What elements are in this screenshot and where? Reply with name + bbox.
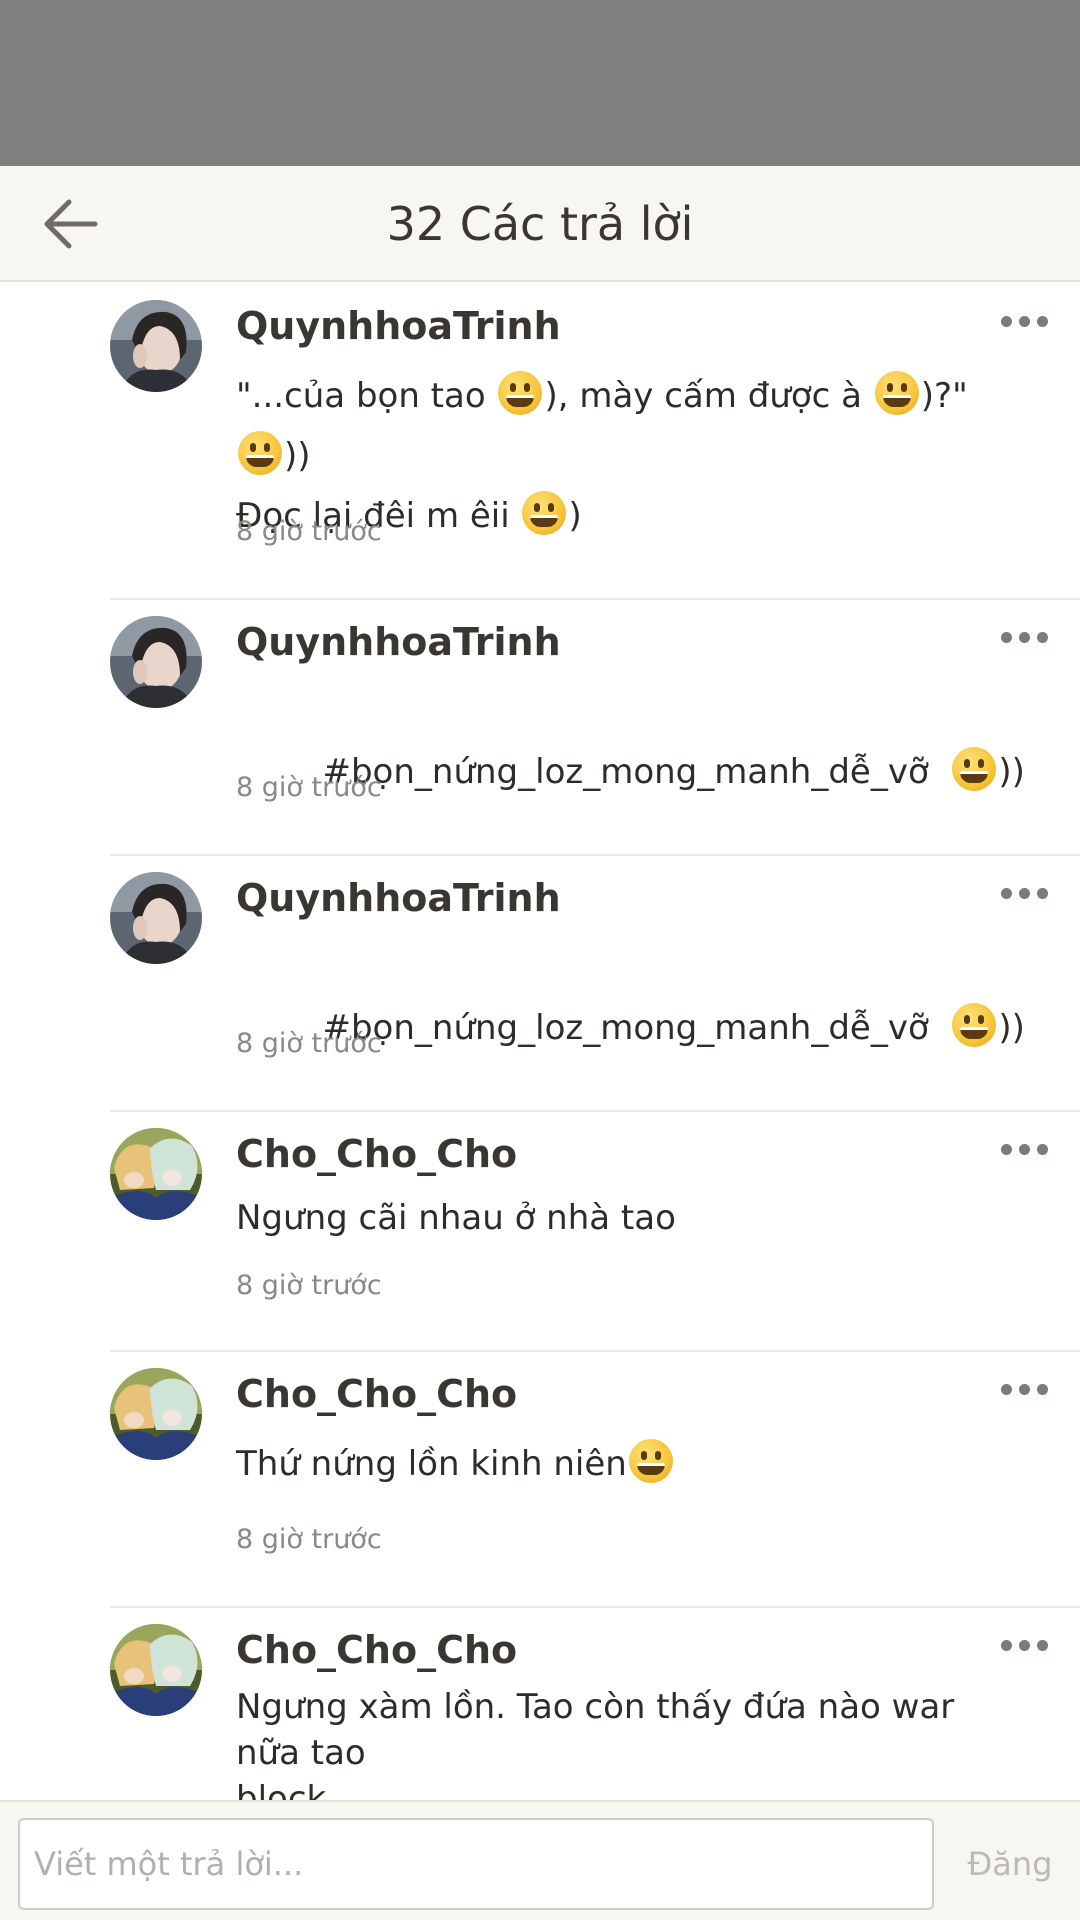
reply-item: Cho_Cho_Cho Ngưng xàm lồn. Tao còn thấy … (110, 1608, 1080, 1800)
timestamp: 8 giờ trước (236, 1524, 382, 1555)
text-span: ) (568, 496, 582, 536)
status-bar-area (0, 0, 1080, 166)
text-line: Ngưng cãi nhau ở nhà tao (236, 1188, 1020, 1248)
grinning-face-emoji-icon (952, 1003, 997, 1047)
grinning-face-emoji-icon (874, 371, 919, 415)
text-span: block (236, 1779, 327, 1800)
reply-text: Ngưng xàm lồn. Tao còn thấy đứa nào war … (236, 1684, 1020, 1800)
more-dot-icon (1036, 1383, 1048, 1395)
more-options-button[interactable] (994, 878, 1054, 908)
grinning-face-emoji-icon (952, 747, 997, 791)
reply-text: Thứ nứng lồn kinh niên (236, 1434, 1020, 1494)
timestamp: 8 giờ trước (236, 516, 382, 547)
user-photo (110, 300, 202, 392)
page-title: 32 Các trả lời (386, 197, 694, 251)
reply-item: Cho_Cho_Cho Ngưng cãi nhau ở nhà tao 8 g… (110, 1112, 1080, 1352)
text-line: "...của bọn tao ), mày cấm được à )?" )) (236, 366, 1020, 486)
text-line: Thứ nứng lồn kinh niên (236, 1434, 1020, 1494)
avatar[interactable] (110, 1624, 202, 1716)
more-options-button[interactable] (994, 622, 1054, 652)
text-span: #bọn_nứng_loz_mong_manh_dễ_vỡ (322, 752, 951, 792)
user-illustration (110, 1128, 202, 1220)
text-line: block (236, 1776, 1020, 1800)
reply-input[interactable] (18, 1818, 934, 1910)
more-dot-icon (1036, 887, 1048, 899)
more-dot-icon (1000, 1143, 1012, 1155)
more-dot-icon (1036, 1639, 1048, 1651)
text-span: )) (998, 1008, 1025, 1048)
timestamp: 8 giờ trước (236, 772, 382, 803)
more-dot-icon (1018, 887, 1030, 899)
back-button[interactable] (36, 194, 106, 254)
text-span: Thứ nứng lồn kinh niên (236, 1444, 627, 1484)
text-span: #bọn_nứng_loz_mong_manh_dễ_vỡ (322, 1008, 951, 1048)
more-dot-icon (1018, 631, 1030, 643)
user-illustration (110, 1624, 202, 1716)
text-span: "...của bọn tao (236, 376, 497, 416)
avatar[interactable] (110, 872, 202, 964)
grinning-face-emoji-icon (238, 431, 282, 475)
avatar[interactable] (110, 1368, 202, 1460)
reply-item: QuynhhoaTrinh "...của bọn tao ), mày cấm… (110, 284, 1080, 600)
more-dot-icon (1036, 631, 1048, 643)
more-dot-icon (1036, 1143, 1048, 1155)
text-span: Ngưng xàm lồn. Tao còn thấy đứa nào war … (236, 1687, 955, 1773)
avatar[interactable] (110, 616, 202, 708)
reply-item: Cho_Cho_Cho Thứ nứng lồn kinh niên 8 giờ… (110, 1352, 1080, 1608)
user-photo (110, 616, 202, 708)
more-options-button[interactable] (994, 306, 1054, 336)
more-options-button[interactable] (994, 1134, 1054, 1164)
header-bar: 32 Các trả lời (0, 166, 1080, 282)
more-dot-icon (1000, 887, 1012, 899)
more-dot-icon (1000, 1639, 1012, 1651)
post-button[interactable]: Đăng (950, 1818, 1070, 1910)
reply-composer: Đăng (0, 1800, 1080, 1920)
timestamp: 8 giờ trước (236, 1028, 382, 1059)
more-dot-icon (1018, 315, 1030, 327)
username[interactable]: QuynhhoaTrinh (236, 304, 561, 348)
username[interactable]: Cho_Cho_Cho (236, 1132, 517, 1176)
grinning-face-emoji-icon (522, 491, 567, 535)
more-dot-icon (1000, 315, 1012, 327)
username[interactable]: Cho_Cho_Cho (236, 1628, 517, 1672)
more-dot-icon (1036, 315, 1048, 327)
more-options-button[interactable] (994, 1630, 1054, 1660)
user-photo (110, 872, 202, 964)
avatar[interactable] (110, 1128, 202, 1220)
reply-item: QuynhhoaTrinh #bọn_nứng_loz_mong_manh_dễ… (110, 600, 1080, 856)
more-dot-icon (1000, 631, 1012, 643)
text-span: )) (284, 436, 311, 476)
username[interactable]: Cho_Cho_Cho (236, 1372, 517, 1416)
reply-text: Ngưng cãi nhau ở nhà tao (236, 1188, 1020, 1248)
more-dot-icon (1018, 1639, 1030, 1651)
user-illustration (110, 1368, 202, 1460)
text-span: Ngưng cãi nhau ở nhà tao (236, 1198, 676, 1238)
username[interactable]: QuynhhoaTrinh (236, 620, 561, 664)
text-span: )) (998, 752, 1025, 792)
more-dot-icon (1018, 1383, 1030, 1395)
reply-item: QuynhhoaTrinh #bọn_nứng_loz_mong_manh_dễ… (110, 856, 1080, 1112)
avatar[interactable] (110, 300, 202, 392)
text-line: Ngưng xàm lồn. Tao còn thấy đứa nào war … (236, 1684, 1020, 1776)
text-span: )?" (920, 376, 968, 416)
grinning-face-emoji-icon (498, 371, 543, 415)
reply-list[interactable]: QuynhhoaTrinh "...của bọn tao ), mày cấm… (0, 284, 1080, 1800)
more-dot-icon (1018, 1143, 1030, 1155)
arrow-left-icon (44, 199, 98, 249)
text-span: ), mày cấm được à (544, 376, 873, 416)
more-options-button[interactable] (994, 1374, 1054, 1404)
more-dot-icon (1000, 1383, 1012, 1395)
timestamp: 8 giờ trước (236, 1270, 382, 1301)
grinning-face-emoji-icon (628, 1439, 673, 1483)
username[interactable]: QuynhhoaTrinh (236, 876, 561, 920)
